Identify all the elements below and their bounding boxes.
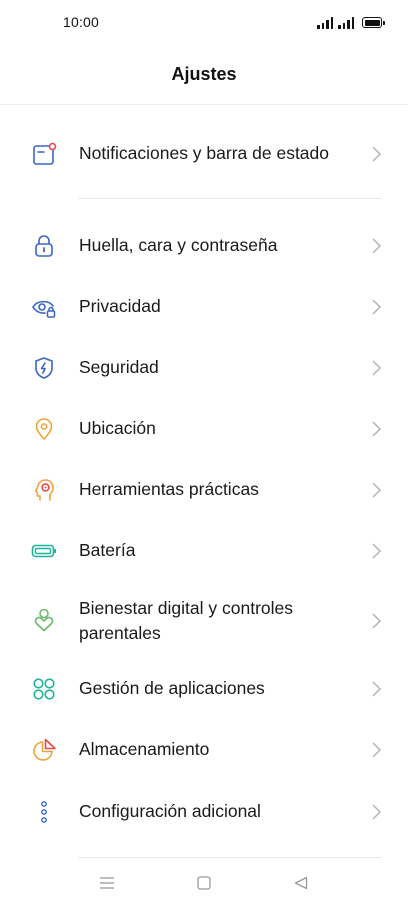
signal-icon <box>317 17 333 29</box>
page-title: Ajustes <box>171 64 237 84</box>
settings-item-label: Privacidad <box>79 296 161 316</box>
app-grid-icon <box>31 676 57 702</box>
settings-item-label: Notificaciones y barra de estado <box>79 143 329 163</box>
notification-bar-icon <box>31 141 57 167</box>
chevron-right-icon <box>372 360 382 376</box>
settings-item-label: Huella, cara y contraseña <box>79 235 278 255</box>
location-pin-icon <box>31 416 57 442</box>
chevron-right-icon <box>372 681 382 697</box>
settings-item-wellbeing[interactable]: Bienestar digital y controles parentales <box>0 595 408 647</box>
settings-item-battery[interactable]: Batería <box>0 533 408 569</box>
chevron-right-icon <box>372 613 382 629</box>
settings-item-apps[interactable]: Gestión de aplicaciones <box>0 671 408 707</box>
settings-item-label: Configuración adicional <box>79 801 261 821</box>
chevron-right-icon <box>372 299 382 315</box>
chevron-right-icon <box>372 146 382 162</box>
settings-item-label: Herramientas prácticas <box>79 479 259 499</box>
battery-status-icon <box>362 17 385 28</box>
status-time: 10:00 <box>63 14 100 30</box>
chevron-right-icon <box>372 804 382 820</box>
shield-bolt-icon <box>31 355 57 381</box>
eye-lock-icon <box>31 294 57 320</box>
back-icon[interactable] <box>293 875 309 891</box>
chevron-right-icon <box>372 742 382 758</box>
section-divider <box>78 198 381 199</box>
menu-icon[interactable] <box>99 875 115 891</box>
navigation-bar <box>0 862 408 911</box>
chevron-right-icon <box>372 421 382 437</box>
chevron-right-icon <box>372 543 382 559</box>
pie-chart-icon <box>31 737 57 763</box>
settings-item-location[interactable]: Ubicación <box>0 411 408 447</box>
settings-item-additional[interactable]: Configuración adicional <box>0 794 408 830</box>
settings-item-privacy[interactable]: Privacidad <box>0 289 408 325</box>
status-icons <box>317 15 385 29</box>
settings-item-label: Bienestar digital y controles parentales <box>79 598 293 643</box>
settings-item-label: Gestión de aplicaciones <box>79 678 265 698</box>
home-icon[interactable] <box>196 875 212 891</box>
person-heart-icon <box>31 607 57 633</box>
settings-item-notifications[interactable]: Notificaciones y barra de estado <box>0 136 408 172</box>
chevron-right-icon <box>372 482 382 498</box>
section-divider <box>78 857 381 858</box>
settings-screen: 10:00 Ajustes Notificaciones y barra de … <box>0 0 408 911</box>
header-divider <box>0 104 408 105</box>
status-bar: 10:00 <box>0 0 408 44</box>
settings-item-label: Batería <box>79 540 136 560</box>
head-gear-icon <box>31 477 57 503</box>
settings-item-security-lock[interactable]: Huella, cara y contraseña <box>0 228 408 264</box>
settings-item-storage[interactable]: Almacenamiento <box>0 732 408 768</box>
settings-item-security[interactable]: Seguridad <box>0 350 408 386</box>
lock-icon <box>31 233 57 259</box>
signal-icon-2 <box>338 17 354 29</box>
settings-item-label: Ubicación <box>79 418 156 438</box>
battery-icon <box>31 538 57 564</box>
dots-icon <box>31 799 57 825</box>
settings-item-tools[interactable]: Herramientas prácticas <box>0 472 408 508</box>
settings-item-label: Seguridad <box>79 357 159 377</box>
settings-item-label: Almacenamiento <box>79 739 210 759</box>
chevron-right-icon <box>372 238 382 254</box>
